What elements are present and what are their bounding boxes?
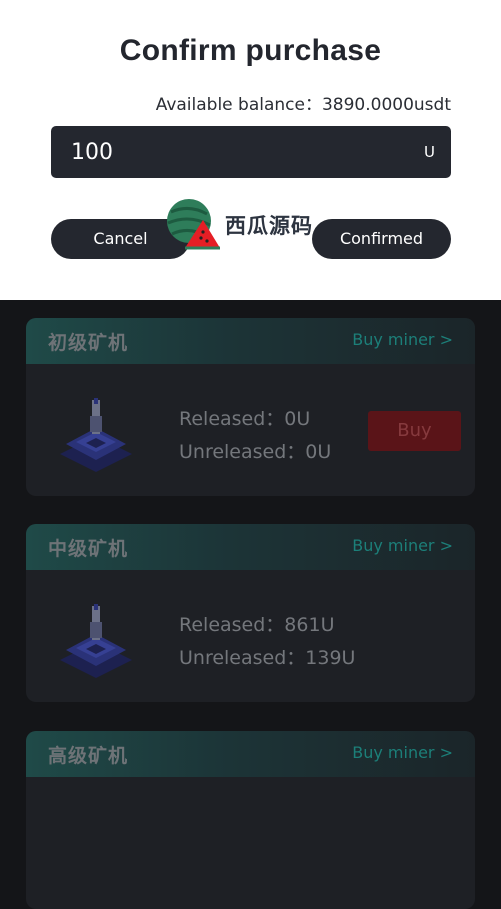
card-header: 中级矿机 Buy miner > <box>26 524 475 570</box>
unreleased-amount: Unreleased：0U <box>179 441 332 463</box>
amount-input[interactable] <box>71 136 391 168</box>
confirm-button[interactable]: Confirmed <box>312 219 451 259</box>
released-amount: Released：0U <box>179 408 311 430</box>
miner-icon <box>60 398 132 472</box>
buy-miner-link[interactable]: Buy miner > <box>352 536 453 555</box>
amount-field: U <box>51 126 451 178</box>
miner-icon <box>60 604 132 678</box>
watermark-text: 西瓜源码 <box>225 214 313 238</box>
released-amount: Released：861U <box>179 614 335 636</box>
buy-miner-link[interactable]: Buy miner > <box>352 330 453 349</box>
card-header: 高级矿机 Buy miner > <box>26 731 475 777</box>
miner-card-intermediate: 中级矿机 Buy miner > Released：861U Unrelease… <box>26 524 475 702</box>
available-balance: Available balance：3890.0000usdt <box>155 95 451 115</box>
buy-button[interactable]: Buy <box>368 411 461 451</box>
card-header: 初级矿机 Buy miner > <box>26 318 475 364</box>
unreleased-amount: Unreleased：139U <box>179 647 356 669</box>
confirm-purchase-dialog: Confirm purchase Available balance：3890.… <box>0 0 501 300</box>
amount-unit: U <box>424 143 435 161</box>
buy-miner-link[interactable]: Buy miner > <box>352 743 453 762</box>
miner-list-page: 初级矿机 Buy miner > Released：0U Unreleased：… <box>0 300 501 909</box>
card-title: 高级矿机 <box>48 745 129 767</box>
watermelon-logo-icon <box>167 199 220 250</box>
miner-card-primary: 初级矿机 Buy miner > Released：0U Unreleased：… <box>26 318 475 496</box>
dialog-title: Confirm purchase <box>119 34 382 67</box>
card-title: 初级矿机 <box>48 332 129 354</box>
miner-card-advanced: 高级矿机 Buy miner > <box>26 731 475 909</box>
watermark: 西瓜源码 <box>163 196 323 252</box>
card-title: 中级矿机 <box>48 538 129 560</box>
